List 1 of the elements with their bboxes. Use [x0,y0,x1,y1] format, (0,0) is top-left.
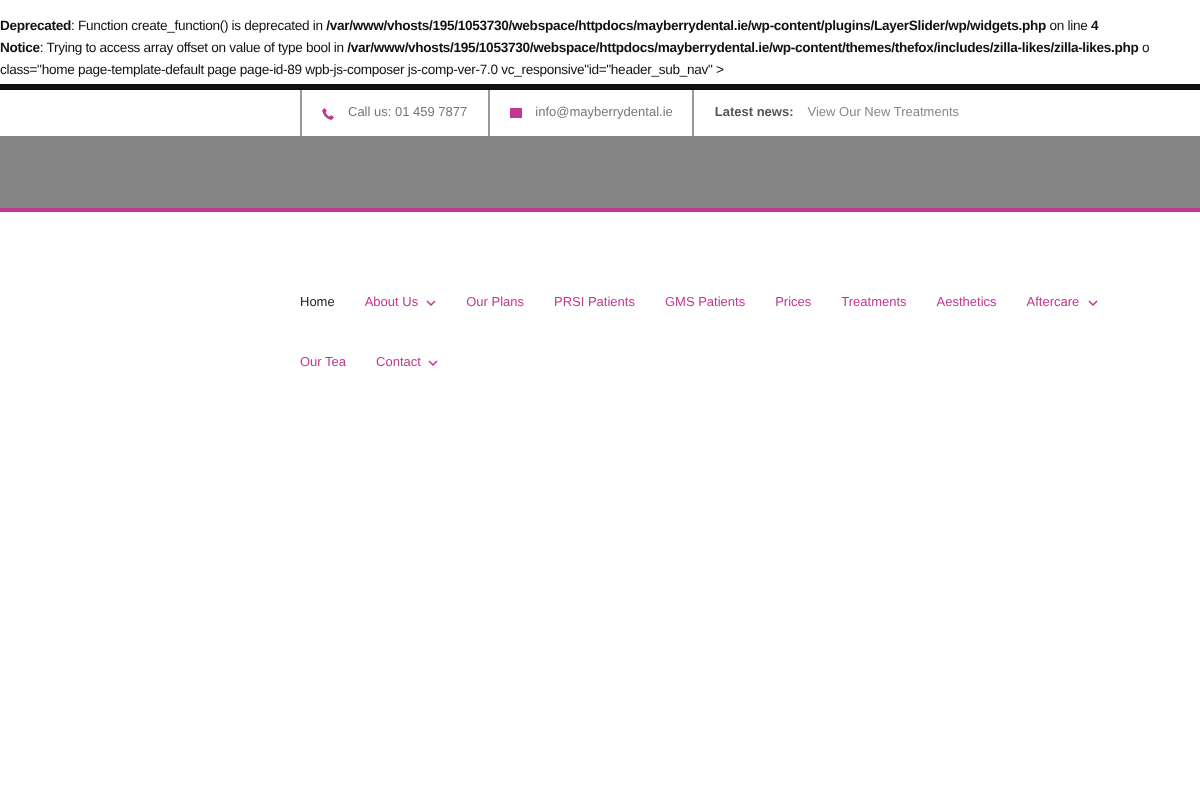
phone-icon [322,107,334,119]
